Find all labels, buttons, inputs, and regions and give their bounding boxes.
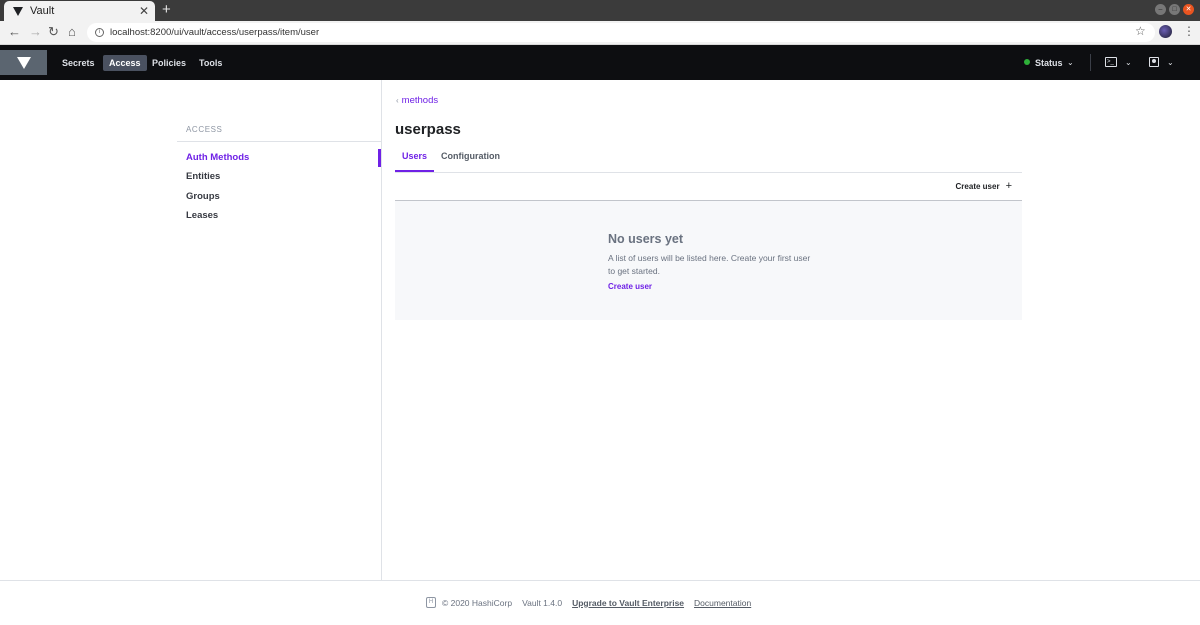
list-toolbar: Create user + <box>395 172 1022 201</box>
nav-access[interactable]: Access <box>103 55 147 71</box>
header-divider <box>1090 54 1091 71</box>
browser-menu-icon[interactable]: ⋮ <box>1183 24 1195 38</box>
chevron-down-icon[interactable]: ⌄ <box>1067 55 1074 71</box>
page-title: userpass <box>395 121 461 138</box>
forward-arrow-icon[interactable]: → <box>29 24 42 40</box>
footer-divider <box>0 580 1200 581</box>
vault-logo-button[interactable] <box>0 50 47 75</box>
plus-icon: + <box>1005 180 1012 192</box>
close-tab-icon[interactable]: ✕ <box>139 4 149 18</box>
empty-state-title: No users yet <box>608 232 684 246</box>
browser-tab[interactable]: Vault ✕ <box>4 1 155 21</box>
status-indicator-icon <box>1024 59 1030 65</box>
browser-tab-title: Vault <box>30 5 55 17</box>
window-controls: – □ ✕ <box>1155 4 1194 15</box>
breadcrumb-methods-link[interactable]: methods <box>402 95 438 106</box>
new-tab-button[interactable]: + <box>162 1 171 19</box>
close-window-button[interactable]: ✕ <box>1183 4 1194 15</box>
browser-tab-bar: Vault ✕ + – □ ✕ <box>0 0 1200 21</box>
nav-policies[interactable]: Policies <box>146 55 192 71</box>
sidebar-item-auth-methods[interactable]: Auth Methods <box>186 152 249 163</box>
nav-secrets[interactable]: Secrets <box>56 55 101 71</box>
sidebar-item-entities[interactable]: Entities <box>186 171 220 182</box>
upgrade-enterprise-link[interactable]: Upgrade to Vault Enterprise <box>572 598 684 608</box>
sidebar-item-groups[interactable]: Groups <box>186 191 220 202</box>
documentation-link[interactable]: Documentation <box>694 598 751 608</box>
empty-state-message: A list of users will be listed here. Cre… <box>608 253 811 276</box>
chevron-down-icon[interactable]: ⌄ <box>1167 55 1174 71</box>
vault-favicon-icon <box>13 6 23 16</box>
sidebar-section-heading: ACCESS <box>186 125 223 134</box>
empty-state-create-user-link[interactable]: Create user <box>608 282 652 291</box>
footer: H © 2020 HashiCorp Vault 1.4.0 Upgrade t… <box>426 597 751 608</box>
tab-users[interactable]: Users <box>402 151 427 161</box>
user-menu-icon[interactable] <box>1149 57 1159 67</box>
bookmark-star-icon[interactable]: ☆ <box>1135 24 1146 38</box>
footer-version: Vault 1.4.0 <box>522 597 563 608</box>
sidebar-border <box>381 80 382 580</box>
address-bar[interactable]: i localhost:8200/ui/vault/access/userpas… <box>87 23 1155 42</box>
empty-state: No users yet A list of users will be lis… <box>395 201 1022 320</box>
footer-copyright: © 2020 HashiCorp <box>442 597 513 608</box>
chevron-left-icon: ‹ <box>396 96 399 105</box>
console-icon[interactable]: >_ <box>1105 57 1117 67</box>
chevron-down-icon[interactable]: ⌄ <box>1125 55 1132 71</box>
breadcrumb[interactable]: ‹ methods <box>396 95 438 106</box>
vault-header: Secrets Access Policies Tools Status ⌄ >… <box>0 45 1200 80</box>
address-url[interactable]: localhost:8200/ui/vault/access/userpass/… <box>110 27 319 38</box>
back-arrow-icon[interactable]: ← <box>8 24 21 40</box>
status-menu[interactable]: Status <box>1035 55 1063 71</box>
browser-toolbar: ← → ↻ ⌂ i localhost:8200/ui/vault/access… <box>0 21 1200 45</box>
hashicorp-logo-icon: H <box>426 597 436 608</box>
sidebar-divider <box>177 141 381 142</box>
tab-configuration[interactable]: Configuration <box>441 151 500 161</box>
reload-icon[interactable]: ↻ <box>48 24 59 40</box>
create-user-button[interactable]: Create user + <box>955 180 1012 192</box>
minimize-window-button[interactable]: – <box>1155 4 1166 15</box>
vault-logo-icon <box>16 56 31 69</box>
site-info-icon[interactable]: i <box>95 28 104 37</box>
maximize-window-button[interactable]: □ <box>1169 4 1180 15</box>
nav-tools[interactable]: Tools <box>193 55 228 71</box>
sidebar-item-leases[interactable]: Leases <box>186 210 218 221</box>
home-icon[interactable]: ⌂ <box>68 24 76 40</box>
profile-avatar-icon[interactable] <box>1159 25 1172 38</box>
create-user-label: Create user <box>955 181 1000 191</box>
